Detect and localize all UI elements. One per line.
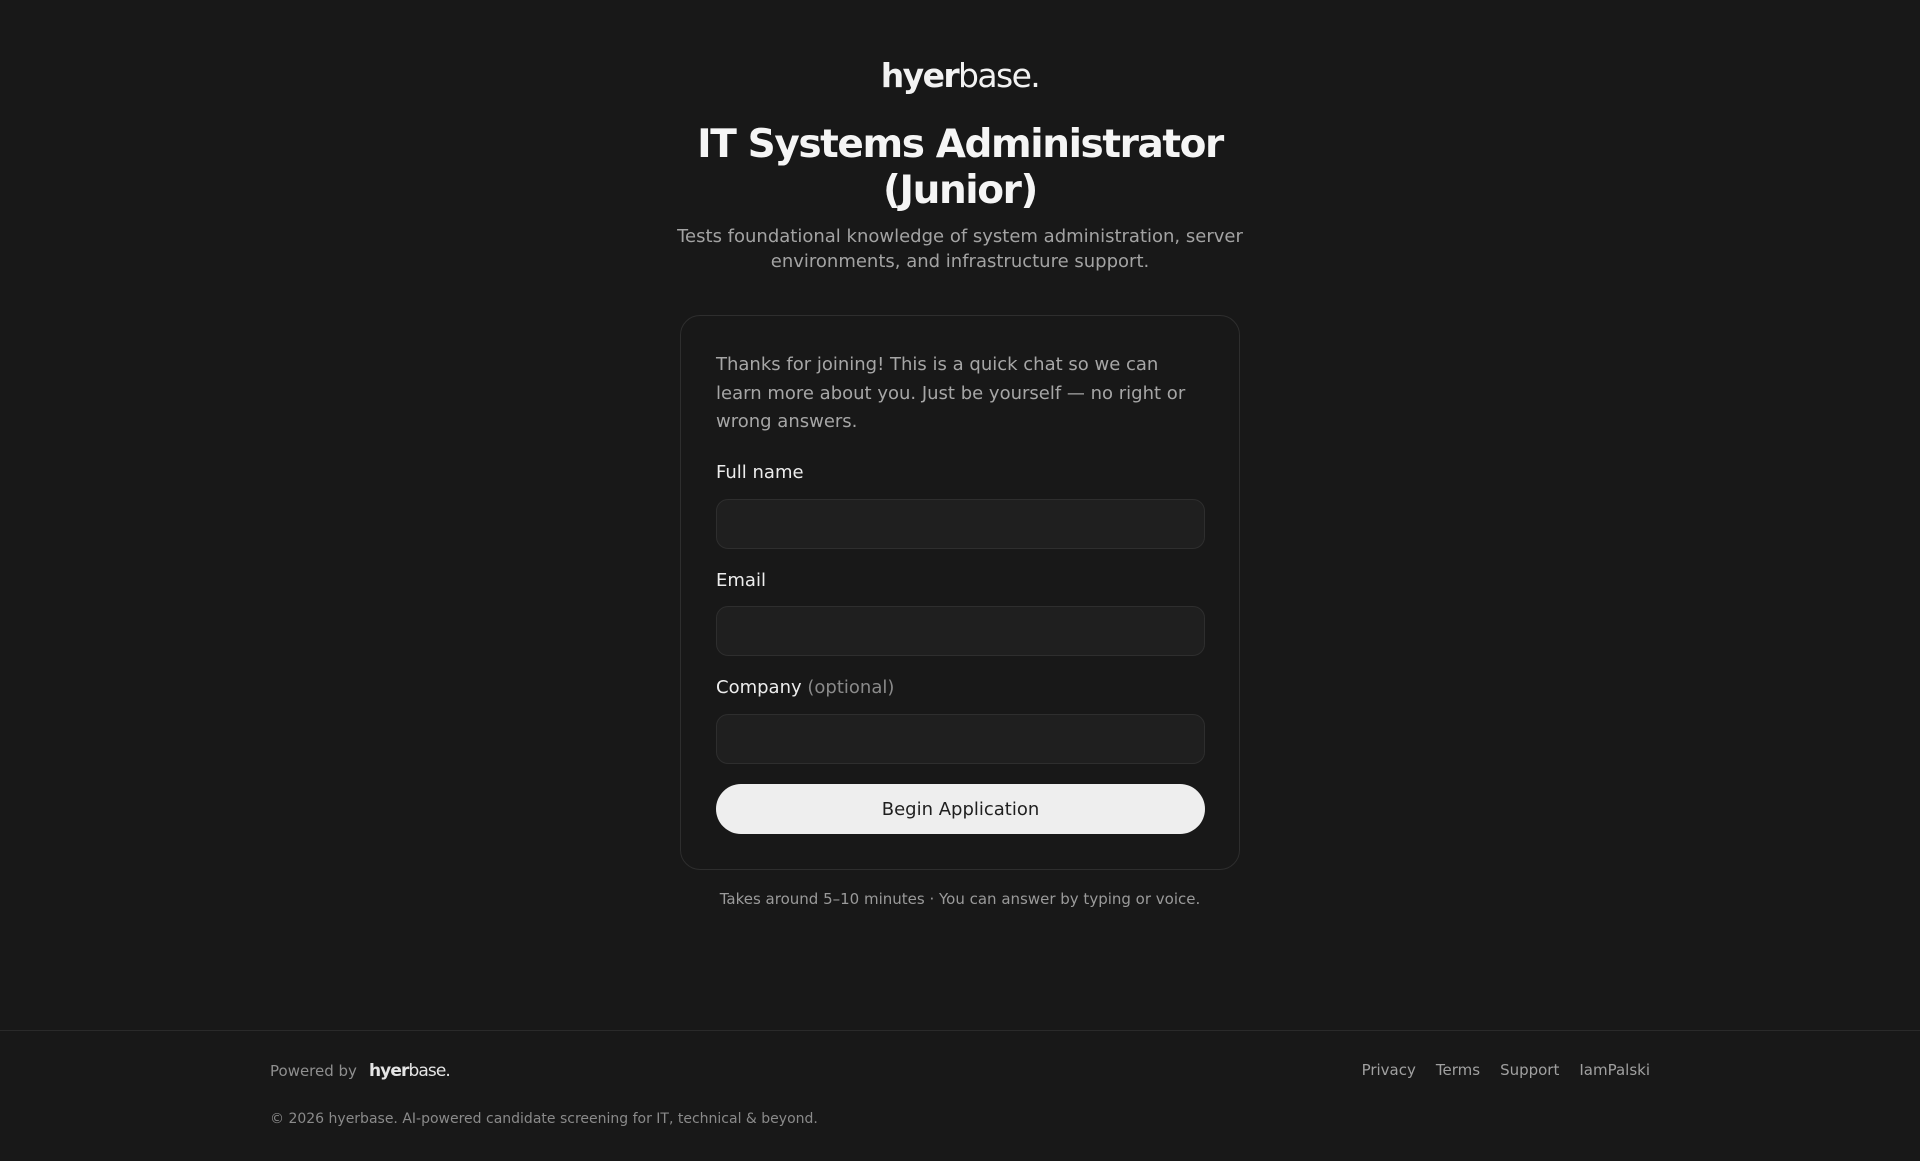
terms-link[interactable]: Terms	[1436, 1061, 1480, 1079]
email-input[interactable]	[716, 606, 1205, 656]
footer-hyerbase-logo[interactable]: hyerbase.	[368, 1061, 451, 1081]
footer-logo-light: base.	[408, 1061, 450, 1081]
footer: Powered by hyerbase. Privacy Terms Suppo…	[0, 1030, 1920, 1161]
duration-note: Takes around 5–10 minutes · You can answ…	[719, 890, 1201, 908]
copyright-text: © 2026 hyerbase. AI-powered candidate sc…	[270, 1111, 818, 1127]
full-name-input[interactable]	[716, 499, 1205, 549]
powered-by: Powered by hyerbase.	[270, 1061, 451, 1081]
privacy-link[interactable]: Privacy	[1362, 1061, 1416, 1079]
intro-text: Thanks for joining! This is a quick chat…	[716, 354, 1186, 432]
footer-links: Privacy Terms Support IamPalski	[1362, 1061, 1650, 1079]
footer-logo-bold: hyer	[368, 1061, 409, 1081]
page-subtitle: Tests foundational knowledge of system a…	[677, 226, 1243, 272]
logo-light-text: base.	[958, 56, 1041, 95]
company-input[interactable]	[716, 714, 1205, 764]
full-name-label: Full name	[716, 462, 804, 483]
company-label: Company (optional)	[716, 677, 894, 698]
begin-application-button[interactable]: Begin Application	[716, 784, 1205, 834]
main-content: hyerbase. IT Systems Administrator (Juni…	[0, 0, 1920, 1030]
logo-bold-text: hyer	[880, 56, 960, 95]
powered-by-label: Powered by	[270, 1062, 357, 1080]
hyerbase-logo: hyerbase.	[0, 56, 1920, 95]
page-title: IT Systems Administrator (Junior)	[697, 122, 1224, 213]
company-label-text: Company	[716, 677, 802, 698]
email-label: Email	[716, 570, 766, 591]
optional-hint: (optional)	[807, 677, 895, 698]
application-form-card: Thanks for joining! This is a quick chat…	[680, 315, 1240, 870]
iampalski-link[interactable]: IamPalski	[1579, 1061, 1650, 1079]
support-link[interactable]: Support	[1500, 1061, 1559, 1079]
